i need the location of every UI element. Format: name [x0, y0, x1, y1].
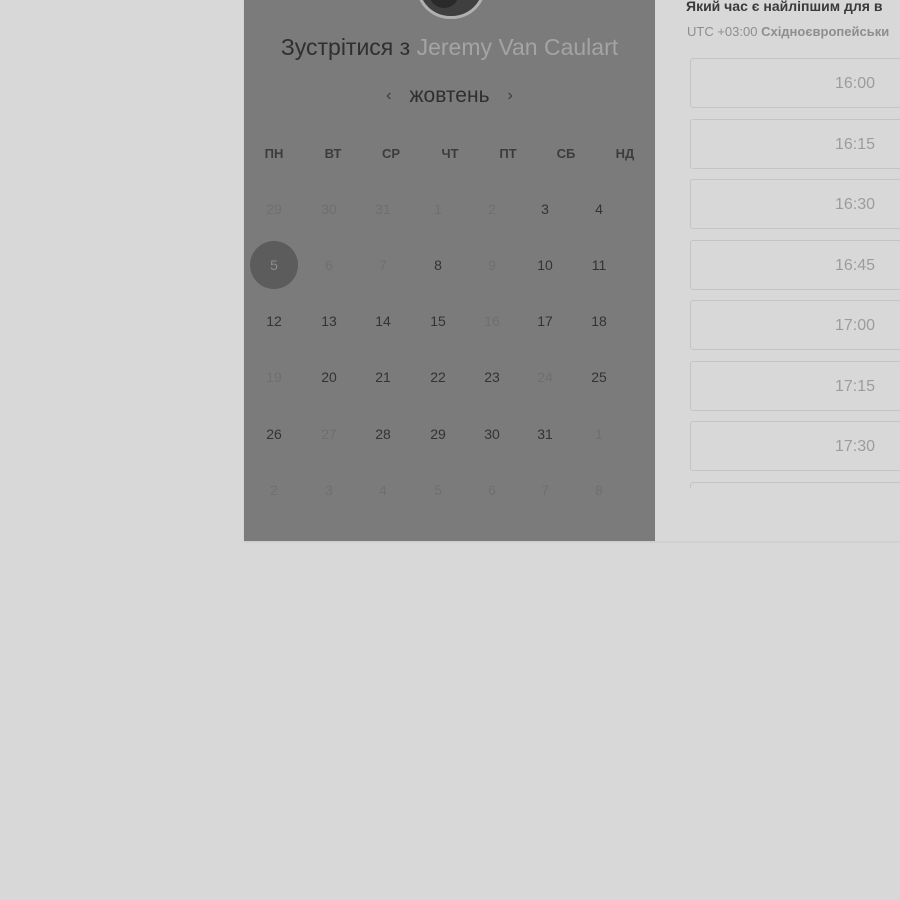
calendar-day: 24 [537, 369, 553, 385]
calendar-day: 6 [325, 257, 333, 273]
time-slot-list: 16:00 16:15 16:30 16:45 17:00 17:15 17:30 [690, 58, 900, 488]
weekday-label: ПН [264, 146, 284, 161]
calendar-day[interactable]: 20 [304, 367, 354, 387]
time-question: Який час є найліпшим для в [686, 0, 883, 14]
selected-day[interactable]: 5 [250, 241, 298, 289]
calendar-day: 5 [434, 482, 442, 498]
calendar-day[interactable]: 28 [358, 424, 408, 444]
time-slot-button[interactable] [690, 481, 900, 488]
calendar-day[interactable]: 23 [467, 367, 517, 387]
timezone-name: Східноєвропейськи [761, 24, 890, 39]
time-slot-button[interactable]: 17:00 [690, 300, 900, 350]
meeting-title: Зустрітися з Jeremy Van Caulart [244, 34, 655, 61]
calendar-day: 19 [266, 369, 282, 385]
calendar-day[interactable]: 21 [358, 367, 408, 387]
time-slot-label: 16:00 [835, 75, 876, 92]
calendar-day[interactable]: 15 [413, 311, 463, 331]
time-slot-label: 16:15 [835, 135, 876, 153]
calendar-panel: Зустрітися з Jeremy Van Caulart ‹ жовтен… [244, 0, 655, 541]
time-slot-button[interactable]: 16:15 [690, 118, 900, 169]
calendar-day: 1 [595, 426, 603, 442]
calendar-day[interactable]: 25 [574, 367, 624, 387]
calendar-day[interactable]: 8 [413, 255, 463, 275]
booking-card: Зустрітися з Jeremy Van Caulart ‹ жовтен… [244, 0, 900, 542]
host-name: Jeremy Van Caulart [416, 34, 619, 60]
calendar-day: 6 [488, 482, 496, 498]
calendar-day: 2 [270, 482, 278, 498]
time-slot-button[interactable]: 17:30 [690, 421, 900, 471]
calendar-day: 7 [541, 482, 549, 498]
calendar-day[interactable]: 31 [520, 424, 570, 444]
calendar-day[interactable]: 10 [520, 255, 570, 275]
chevron-left-icon[interactable]: ‹ [382, 87, 395, 105]
weekday-label: ПТ [499, 146, 517, 161]
weekday-label: ВТ [324, 146, 342, 161]
time-slot-button[interactable]: 17:15 [690, 360, 900, 411]
time-slot-button[interactable]: 16:45 [690, 239, 900, 290]
weekday-label: СР [381, 146, 401, 161]
weekday-label: НД [615, 146, 635, 161]
time-slot-button[interactable]: 16:30 [690, 179, 900, 229]
time-slot-button[interactable]: 16:00 [690, 58, 900, 108]
calendar-day: 27 [321, 426, 337, 442]
timezone-offset: UTC +03:00 [687, 24, 758, 39]
calendar-day: 2 [488, 201, 496, 217]
calendar-day: 16 [484, 313, 500, 329]
time-slot-label: 17:30 [835, 438, 876, 455]
calendar-day[interactable]: 17 [520, 311, 570, 331]
calendar-day: 9 [488, 257, 496, 273]
time-slot-label: 16:45 [835, 256, 876, 274]
timezone-label[interactable]: UTC +03:00 Східноєвропейськи [687, 24, 889, 39]
host-avatar [416, 0, 486, 19]
time-slot-label: 17:00 [835, 317, 876, 334]
time-panel: Який час є найліпшим для в UTC +03:00 Сх… [655, 0, 900, 542]
calendar-day[interactable]: 22 [413, 367, 463, 387]
calendar-day[interactable]: 14 [358, 311, 408, 331]
calendar-day: 29 [266, 201, 282, 217]
calendar-day[interactable]: 11 [574, 255, 624, 275]
calendar-day[interactable]: 12 [249, 311, 299, 331]
calendar-day: 3 [325, 482, 333, 498]
calendar-day[interactable]: 13 [304, 311, 354, 331]
weekday-label: ЧТ [441, 146, 459, 161]
calendar-day[interactable]: 4 [574, 199, 624, 219]
calendar-day: 30 [321, 201, 337, 217]
calendar-day: 1 [434, 201, 442, 217]
calendar-day[interactable]: 3 [520, 199, 570, 219]
calendar-day: 4 [379, 482, 387, 498]
month-label: жовтень [409, 84, 490, 107]
calendar-day[interactable]: 30 [467, 424, 517, 444]
time-slot-label: 17:15 [835, 377, 876, 395]
weekday-label: СБ [556, 146, 576, 161]
meeting-title-prefix: Зустрітися з [280, 34, 411, 60]
calendar-day: 7 [379, 257, 387, 273]
calendar-day[interactable]: 29 [413, 424, 463, 444]
month-navigation: ‹ жовтень › [244, 84, 655, 108]
chevron-right-icon[interactable]: › [504, 87, 517, 105]
time-slot-label: 16:30 [835, 196, 876, 213]
calendar-day[interactable]: 26 [249, 424, 299, 444]
calendar-day: 31 [375, 201, 391, 217]
calendar-day[interactable]: 18 [574, 311, 624, 331]
calendar-day: 8 [595, 482, 603, 498]
